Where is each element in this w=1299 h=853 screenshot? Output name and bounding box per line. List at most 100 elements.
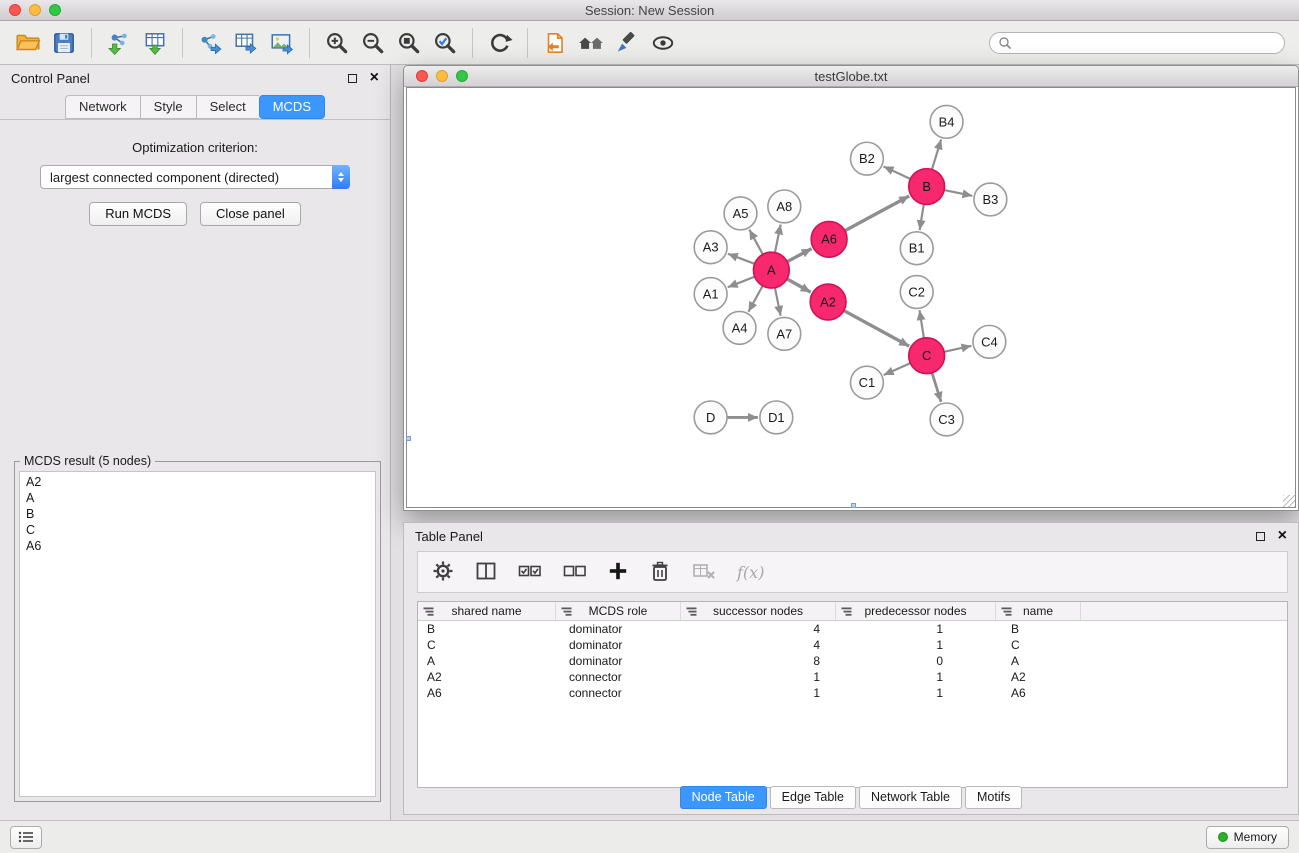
tab-network[interactable]: Network <box>65 95 140 119</box>
tab-style[interactable]: Style <box>140 95 196 119</box>
network-edge-C-C1[interactable] <box>884 363 911 375</box>
mcds-result-item[interactable]: A2 <box>26 474 369 490</box>
resize-nub-left[interactable] <box>406 436 411 441</box>
network-node-A5[interactable]: A5 <box>724 197 757 230</box>
network-edge-A-A3[interactable] <box>728 254 755 264</box>
table-cell[interactable]: A6 <box>996 685 1081 701</box>
zoom-network-window-button[interactable] <box>456 70 468 82</box>
network-node-C1[interactable]: C1 <box>851 366 884 399</box>
close-network-window-button[interactable] <box>416 70 428 82</box>
save-session-button[interactable] <box>46 25 82 61</box>
zoom-fit-button[interactable] <box>391 25 427 61</box>
mcds-result-item[interactable]: C <box>26 522 369 538</box>
home-views-button[interactable] <box>573 25 609 61</box>
table-cell[interactable]: B <box>418 621 556 637</box>
table-row[interactable]: A6connector11A6 <box>418 685 1287 701</box>
mcds-result-list[interactable]: A2ABCA6 <box>19 471 376 797</box>
apply-layout-button[interactable] <box>482 25 518 61</box>
network-edge-B-B1[interactable] <box>920 204 924 230</box>
zoom-selected-button[interactable] <box>427 25 463 61</box>
tab-network-table[interactable]: Network Table <box>859 786 962 809</box>
network-node-D[interactable]: D <box>694 401 727 434</box>
network-edge-A-A6[interactable] <box>787 249 811 262</box>
table-cell[interactable]: 1 <box>681 669 836 685</box>
column-header-shared-name[interactable]: shared name <box>418 602 556 620</box>
network-edge-A-A7[interactable] <box>775 288 781 316</box>
network-edge-B-B3[interactable] <box>944 190 972 196</box>
network-node-A1[interactable]: A1 <box>694 278 727 311</box>
table-cell[interactable]: 8 <box>681 653 836 669</box>
export-table-button[interactable] <box>228 25 264 61</box>
export-image-button[interactable] <box>264 25 300 61</box>
network-node-B1[interactable]: B1 <box>900 232 933 265</box>
network-node-C4[interactable]: C4 <box>973 325 1006 358</box>
table-row[interactable]: Bdominator41B <box>418 621 1287 637</box>
mcds-result-item[interactable]: A <box>26 490 369 506</box>
network-edge-A6-B[interactable] <box>845 196 909 231</box>
close-table-panel-icon[interactable]: × <box>1278 529 1287 543</box>
table-cell[interactable]: 1 <box>836 637 996 653</box>
network-node-A8[interactable]: A8 <box>768 190 801 223</box>
export-network-button[interactable] <box>192 25 228 61</box>
zoom-out-button[interactable] <box>355 25 391 61</box>
mcds-result-item[interactable]: B <box>26 506 369 522</box>
run-mcds-button[interactable]: Run MCDS <box>89 202 187 226</box>
network-edge-A-A8[interactable] <box>775 224 781 252</box>
function-builder-button[interactable]: f(x) <box>737 563 764 582</box>
close-window-button[interactable] <box>9 4 21 16</box>
table-cell[interactable]: 1 <box>836 669 996 685</box>
minimize-window-button[interactable] <box>29 4 41 16</box>
select-all-button[interactable] <box>518 560 542 585</box>
tab-motifs[interactable]: Motifs <box>965 786 1022 809</box>
table-cell[interactable]: A2 <box>996 669 1081 685</box>
criterion-dropdown[interactable]: largest connected component (directed) <box>40 165 350 189</box>
table-cell[interactable]: dominator <box>556 621 681 637</box>
mcds-result-item[interactable]: A6 <box>26 538 369 554</box>
network-edge-A2-C[interactable] <box>844 311 909 347</box>
network-canvas[interactable]: B4B2BB3A5A8A6A3B1AC2A1A2A4A7C4CC1C3DD1 <box>406 87 1296 508</box>
zoom-window-button[interactable] <box>49 4 61 16</box>
minimize-network-window-button[interactable] <box>436 70 448 82</box>
table-row[interactable]: Cdominator41C <box>418 637 1287 653</box>
close-panel-button[interactable]: Close panel <box>200 202 301 226</box>
table-cell[interactable]: 1 <box>836 685 996 701</box>
network-edge-C-C3[interactable] <box>932 373 941 402</box>
resize-grip[interactable] <box>1283 495 1295 507</box>
network-edge-C-C4[interactable] <box>944 346 971 352</box>
network-node-A[interactable]: A <box>753 252 789 288</box>
network-file-button[interactable] <box>537 25 573 61</box>
network-edge-A-A2[interactable] <box>787 279 811 292</box>
table-cell[interactable]: 1 <box>836 621 996 637</box>
network-edge-A-A4[interactable] <box>748 286 762 312</box>
table-cell[interactable]: 1 <box>681 685 836 701</box>
tab-edge-table[interactable]: Edge Table <box>770 786 856 809</box>
tab-node-table[interactable]: Node Table <box>680 786 767 809</box>
float-panel-icon[interactable] <box>348 74 357 83</box>
delete-table-button[interactable] <box>692 560 716 585</box>
table-cell[interactable]: A <box>996 653 1081 669</box>
deselect-all-button[interactable] <box>563 560 587 585</box>
table-cell[interactable]: C <box>996 637 1081 653</box>
show-hide-button[interactable] <box>645 25 681 61</box>
style-brush-button[interactable] <box>609 25 645 61</box>
zoom-in-button[interactable] <box>319 25 355 61</box>
table-cell[interactable]: C <box>418 637 556 653</box>
import-network-button[interactable] <box>101 25 137 61</box>
tab-select[interactable]: Select <box>196 95 259 119</box>
network-node-B[interactable]: B <box>909 169 945 205</box>
column-header-successor-nodes[interactable]: successor nodes <box>681 602 836 620</box>
network-node-A4[interactable]: A4 <box>723 311 756 344</box>
resize-nub-bottom[interactable] <box>851 503 856 508</box>
table-cell[interactable]: A <box>418 653 556 669</box>
network-node-A3[interactable]: A3 <box>694 231 727 264</box>
table-cell[interactable]: connector <box>556 685 681 701</box>
network-node-B3[interactable]: B3 <box>974 183 1007 216</box>
network-node-A2[interactable]: A2 <box>810 284 846 320</box>
network-node-B4[interactable]: B4 <box>930 105 963 138</box>
close-panel-icon[interactable]: × <box>370 71 379 85</box>
network-node-B2[interactable]: B2 <box>851 142 884 175</box>
table-cell[interactable]: 4 <box>681 637 836 653</box>
column-header-predecessor-nodes[interactable]: predecessor nodes <box>836 602 996 620</box>
tab-mcds[interactable]: MCDS <box>259 95 325 119</box>
table-row[interactable]: Adominator80A <box>418 653 1287 669</box>
